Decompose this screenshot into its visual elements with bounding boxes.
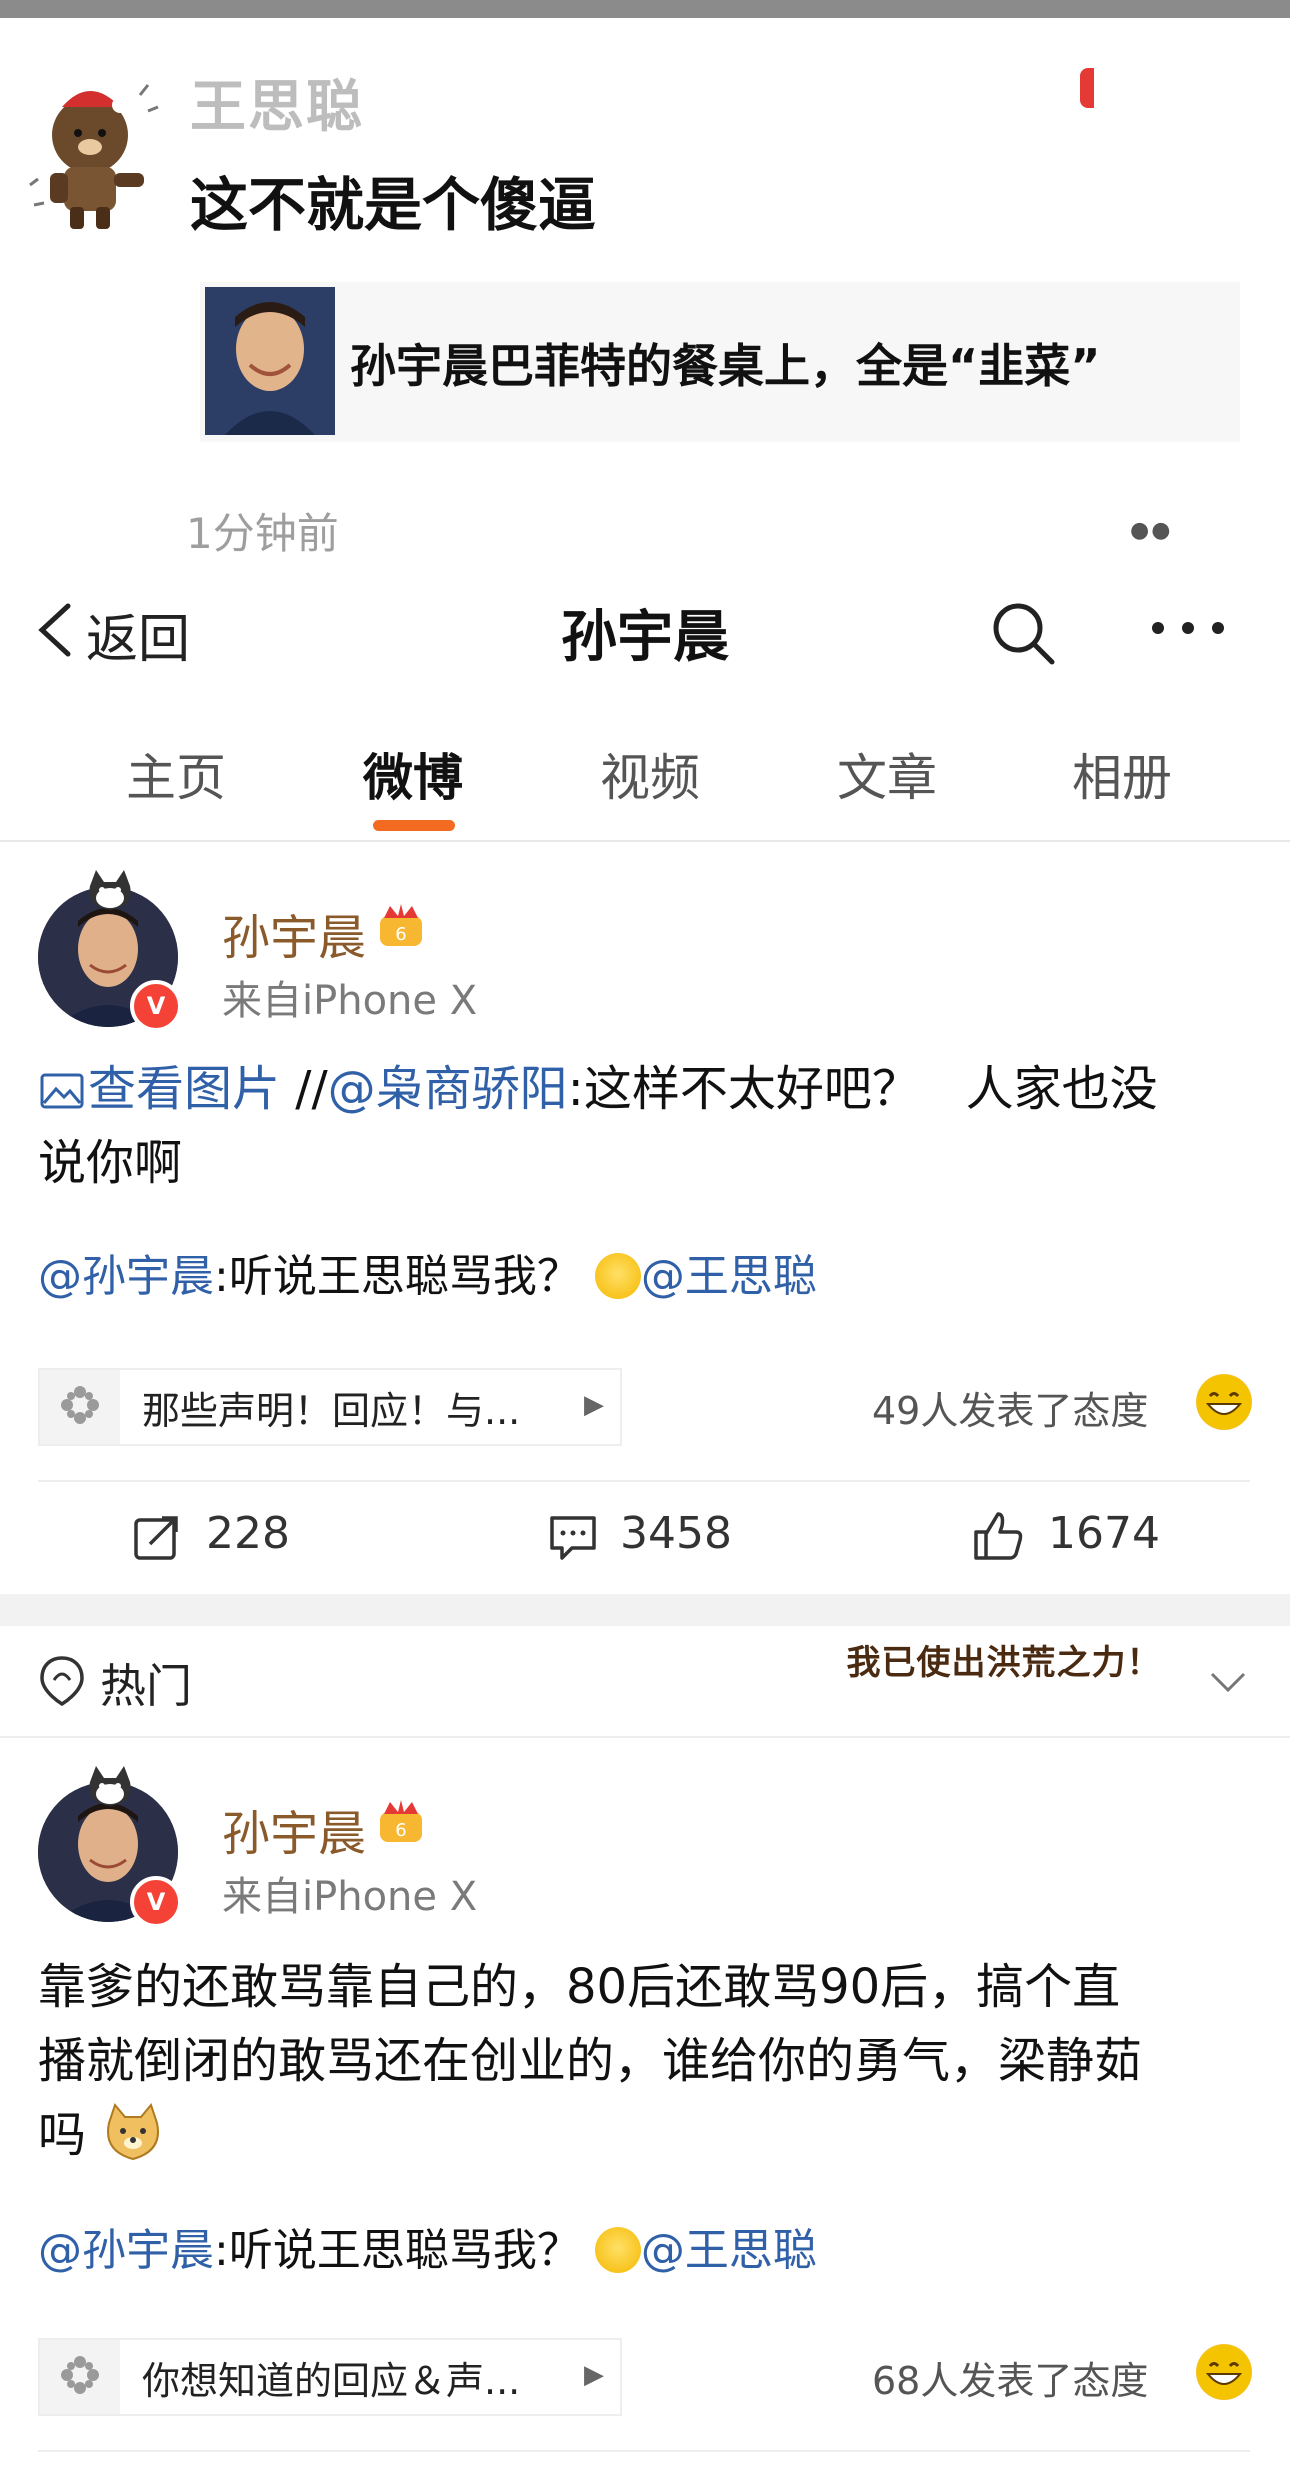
section-gap: [0, 1594, 1290, 1626]
topic-icon: [40, 2340, 120, 2414]
repost-count[interactable]: 228: [206, 1508, 290, 1559]
post-body: 查看图片 //@枭商骄阳:这样不太好吧？ 人家也没 说你啊: [38, 1052, 1258, 1200]
status-strip: [0, 0, 1290, 18]
attitude-count[interactable]: 68人发表了态度: [872, 2350, 1148, 2405]
more-icon[interactable]: [1148, 618, 1228, 638]
comment-time: 1分钟前: [186, 509, 339, 558]
post-text-line1: 靠爹的还敢骂靠自己的，80后还敢骂90后，搞个直: [38, 1959, 1121, 2015]
tab-articles[interactable]: 文章: [767, 738, 1007, 810]
tab-video[interactable]: 视频: [530, 738, 770, 810]
post-source: 来自iPhone X: [222, 1874, 478, 1920]
verified-badge-icon: V: [130, 1876, 182, 1928]
svg-text:6: 6: [395, 1820, 406, 1841]
laugh-emoji-icon: [1196, 2344, 1252, 2400]
tab-album[interactable]: 相册: [1002, 738, 1242, 810]
tab-weibo[interactable]: 微博: [293, 738, 533, 810]
topic-arrow-icon: ▶: [584, 1390, 604, 1420]
original-reply: @孙宇晨:听说王思聪骂我？ @王思聪: [38, 1240, 817, 1304]
commenter-name[interactable]: 王思聪: [190, 62, 364, 143]
comment-text: 这不就是个傻逼: [190, 171, 597, 239]
bear-sticker-avatar: [29, 84, 159, 229]
post-text-line2: 播就倒闭的敢骂还在创业的，谁给你的勇气，梁静茹: [38, 2033, 1143, 2089]
post-text-line3: 吗: [38, 2107, 87, 2163]
attitude-count[interactable]: 49人发表了态度: [872, 1380, 1148, 1435]
comment-count[interactable]: 3458: [620, 1508, 732, 1559]
comment-icon[interactable]: [546, 1510, 600, 1564]
hot-section-label[interactable]: 热门: [100, 1650, 192, 1716]
like-icon[interactable]: [970, 1508, 1026, 1564]
reply-mention[interactable]: @孙宇晨: [38, 2225, 214, 2276]
chevron-down-icon[interactable]: [1208, 1670, 1248, 1694]
comment-more-icon[interactable]: ●●: [1130, 518, 1172, 543]
post-source: 来自iPhone X: [222, 978, 478, 1024]
reply-mention[interactable]: @孙宇晨: [38, 1251, 214, 1302]
post-text-line2: 说你啊: [38, 1135, 183, 1191]
article-thumbnail: [205, 287, 335, 435]
action-divider: [38, 2450, 1250, 2452]
repost-icon[interactable]: [130, 1510, 184, 1564]
hot-banner-sticker: 我已使出洪荒之力！: [846, 1643, 1162, 1683]
reply-text: :听说王思聪骂我？: [214, 2225, 581, 2276]
search-icon[interactable]: [988, 598, 1058, 668]
original-reply: @孙宇晨:听说王思聪骂我？ @王思聪: [38, 2214, 817, 2278]
smile-emoji-icon: [594, 2227, 641, 2273]
svg-text:6: 6: [395, 924, 406, 945]
post-text-line1: :这样不太好吧？ 人家也没: [567, 1061, 1158, 1117]
retweet-sep: //: [280, 1061, 328, 1117]
red-edge-marker: [1080, 68, 1094, 108]
image-icon: [40, 1073, 84, 1109]
mention-link[interactable]: @枭商骄阳: [328, 1061, 568, 1117]
view-image-link[interactable]: 查看图片: [88, 1061, 280, 1117]
action-divider: [38, 1480, 1250, 1482]
smile-emoji-icon: [594, 1253, 641, 1299]
hot-divider: [0, 1736, 1290, 1738]
topic-icon: [40, 1370, 120, 1444]
topic-arrow-icon: ▶: [584, 2360, 604, 2390]
hot-pin-icon: [40, 1656, 84, 1707]
active-tab-indicator: [373, 820, 455, 831]
verified-badge-icon: V: [130, 980, 182, 1032]
topic-label: 你想知道的回应＆声...: [142, 2359, 521, 2403]
laugh-emoji-icon: [1196, 1374, 1252, 1430]
reply-text: :听说王思聪骂我？: [214, 1251, 581, 1302]
tab-home[interactable]: 主页: [56, 738, 296, 810]
crown-vip-icon: 6: [380, 1800, 422, 1842]
husky-pendant-icon: [89, 1766, 131, 1806]
crown-vip-icon: 6: [380, 904, 422, 946]
topic-label: 那些声明！回应！与...: [142, 1389, 521, 1433]
post-body: 靠爹的还敢骂靠自己的，80后还敢骂90后，搞个直 播就倒闭的敢骂还在创业的，谁给…: [38, 1950, 1268, 2172]
reply-mention-2[interactable]: @王思聪: [641, 2225, 817, 2276]
doge-emoji-icon: [107, 2102, 160, 2161]
quoted-title: 孙宇晨巴菲特的餐桌上，全是“韭菜”: [350, 339, 1101, 393]
page-title: 孙宇晨: [561, 605, 729, 670]
author-name[interactable]: 孙宇晨: [222, 1794, 366, 1864]
author-name[interactable]: 孙宇晨: [222, 898, 366, 968]
husky-pendant-icon: [89, 870, 131, 910]
like-count[interactable]: 1674: [1048, 1508, 1160, 1559]
reply-mention-2[interactable]: @王思聪: [641, 1251, 817, 1302]
